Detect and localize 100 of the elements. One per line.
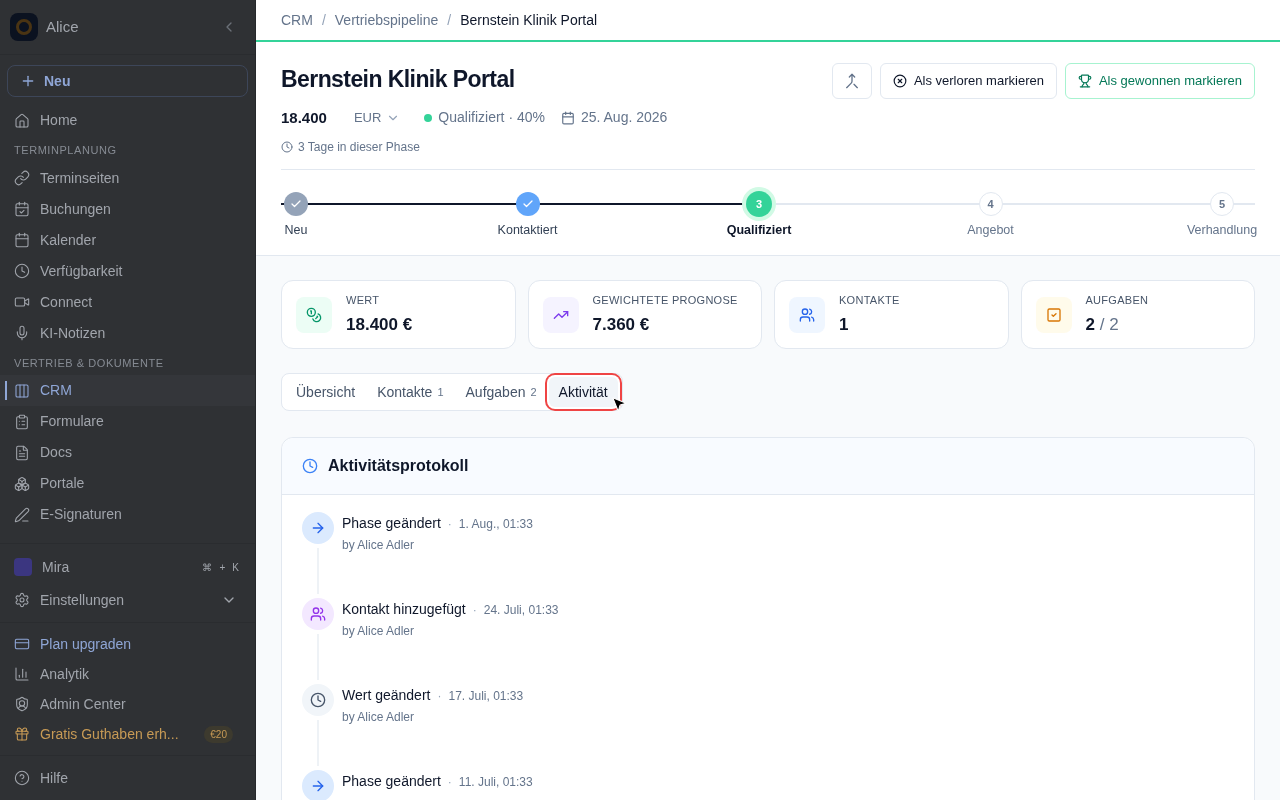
help-icon (14, 770, 30, 786)
sidebar-item[interactable]: Home (0, 105, 255, 136)
columns-icon (14, 382, 30, 399)
shortcut-key: ⌘ (200, 559, 215, 575)
microphone-icon (14, 325, 30, 341)
sidebar-item[interactable]: Verfügbarkeit (0, 255, 255, 287)
stat-label: WERT (346, 293, 381, 308)
separator-dot: · (447, 515, 452, 533)
x-circle-icon (892, 74, 907, 88)
sidebar-item[interactable]: Kalender (0, 224, 255, 256)
stat-value: 18.400 € (346, 314, 413, 334)
deal-amount: 18.400 (281, 107, 327, 128)
credit-card-icon (14, 636, 30, 652)
separator-dot: · (437, 687, 442, 705)
sidebar-item[interactable]: Docs (0, 437, 255, 468)
separator-dot: · (447, 773, 452, 791)
mark-lost-button[interactable]: Als verloren markieren (879, 63, 1057, 99)
video-camera-icon (14, 294, 30, 310)
settings-item[interactable]: Einstellungen (0, 584, 255, 616)
stat-total: / 2 (1098, 314, 1119, 334)
tab[interactable]: Aufgaben 2 (455, 377, 547, 407)
stage-marker[interactable] (284, 192, 308, 216)
mark-won-button[interactable]: Als gewonnen markieren (1064, 63, 1255, 99)
sidebar-item[interactable]: KI-Notizen (0, 317, 255, 349)
sidebar-item[interactable]: Gratis Guthaben erh... €20 (0, 719, 255, 749)
boxes-icon (14, 475, 30, 492)
stage-marker[interactable] (515, 192, 540, 216)
sidebar-item[interactable]: Portale (0, 468, 255, 499)
stat-value: 1 (839, 314, 849, 334)
clock-icon (302, 684, 334, 716)
currency-select[interactable]: EUR (353, 108, 401, 128)
breadcrumb-separator: / (321, 10, 326, 30)
sidebar-item[interactable]: Plan upgraden (0, 629, 255, 659)
sidebar-item[interactable]: Mira (42, 556, 70, 578)
sidebar-item[interactable]: Buchungen (0, 193, 255, 225)
stage-marker[interactable]: 5 (1210, 192, 1234, 216)
activity-title: Kontakt hinzugefügt (342, 600, 466, 619)
deal-title: Bernstein Klinik Portal (281, 65, 516, 94)
activity-title: Wert geändert (342, 686, 431, 705)
breadcrumb-link[interactable]: CRM (281, 9, 313, 31)
activity-time: 1. Aug., 01:33 (458, 515, 533, 533)
bar-chart-icon (14, 666, 30, 682)
merge-icon (843, 73, 860, 89)
activity-author: by Alice Adler (342, 709, 416, 726)
sidebar-item[interactable]: Analytik (0, 659, 255, 689)
merge-button[interactable] (831, 63, 872, 99)
check-icon (521, 198, 534, 210)
stage-label: Qualifiziert (726, 222, 792, 239)
shortcut-key: + (217, 559, 228, 575)
activity-time: 24. Juli, 01:33 (483, 601, 559, 619)
activity-title: Phase geändert (342, 514, 441, 533)
activity-time: 17. Juli, 01:33 (448, 687, 524, 705)
shield-user-icon (14, 696, 30, 712)
check-icon (290, 198, 302, 210)
tab[interactable]: Übersicht (286, 377, 366, 407)
stat-value: 7.360 € (592, 314, 650, 334)
section-heading: VERTRIEB & DOKUMENTE (13, 355, 165, 371)
sidebar-item[interactable]: Formulare (0, 406, 255, 437)
clipboard-icon (14, 413, 30, 430)
close-date: 25. Aug. 2026 (580, 108, 668, 128)
workspace-name: Alice (46, 16, 79, 37)
sidebar-item[interactable]: CRM (0, 375, 255, 406)
stage-label: Kontaktiert (497, 222, 558, 239)
breadcrumb-current: Bernstein Klinik Portal (460, 10, 598, 30)
panel-title: Aktivitätsprotokoll (328, 456, 469, 476)
stage-marker[interactable]: 4 (978, 192, 1003, 216)
breadcrumb-separator: / (447, 10, 452, 30)
credit-badge: €20 (204, 725, 233, 743)
users-icon (302, 598, 334, 630)
sidebar-item[interactable]: Admin Center (0, 689, 255, 719)
activity-time: 11. Juli, 01:33 (458, 773, 533, 791)
breadcrumb-link[interactable]: Vertriebspipeline (334, 9, 439, 31)
gift-icon (14, 726, 30, 742)
arrow-right-icon (302, 770, 334, 800)
time-in-stage: 3 Tage in dieser Phase (298, 139, 420, 156)
sidebar-item[interactable]: E-Signaturen (0, 499, 255, 530)
stat-label: GEWICHTETE PROGNOSE (592, 293, 738, 308)
link-icon (14, 170, 30, 186)
calendar-icon (14, 232, 30, 248)
sidebar-item[interactable]: Connect (0, 286, 255, 318)
checkbox-icon (1035, 296, 1072, 333)
document-icon (14, 444, 30, 461)
activity-author: by Alice Adler (342, 623, 416, 640)
trend-up-icon (542, 296, 579, 333)
shortcut-key: K (230, 559, 241, 575)
new-button[interactable]: Neu (7, 65, 248, 97)
activity-title: Phase geändert (342, 772, 441, 791)
sidebar-item[interactable]: Terminseiten (0, 162, 255, 194)
stage-label: Neu (284, 222, 308, 239)
tab[interactable]: Kontakte 1 (367, 377, 454, 407)
stat-value: 2 (1085, 314, 1095, 334)
app-logo[interactable] (10, 13, 38, 41)
pen-icon (14, 506, 30, 523)
stat-label: AUFGABEN (1085, 293, 1149, 308)
calendar-check-icon (14, 201, 30, 217)
sidebar-item[interactable]: Hilfe (0, 764, 255, 792)
stage-label: Angebot (967, 222, 1014, 239)
home-icon (14, 112, 30, 129)
mira-logo (14, 558, 32, 576)
plus-icon (20, 73, 36, 89)
